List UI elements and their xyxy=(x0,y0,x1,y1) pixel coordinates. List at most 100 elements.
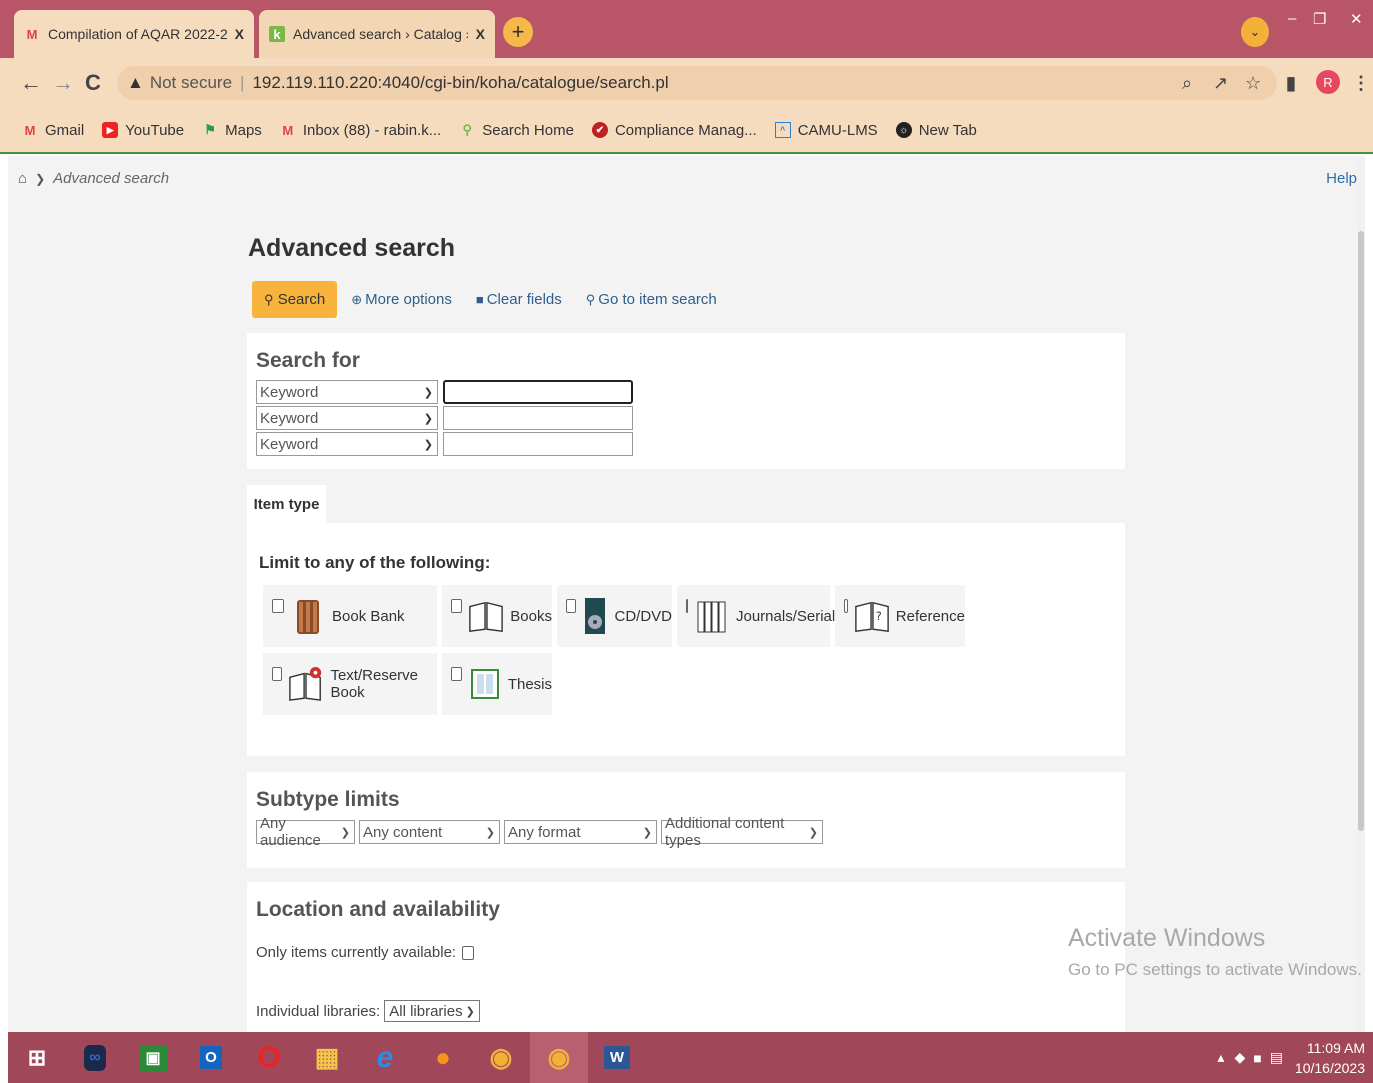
item-type-reference[interactable]: ? Reference xyxy=(835,585,965,647)
additional-content-select[interactable]: Additional content types ❯ xyxy=(661,815,823,849)
tab-aqar[interactable]: M Compilation of AQAR 2022-23 - X xyxy=(14,10,254,58)
zoom-icon[interactable]: ⌕ xyxy=(1182,73,1192,94)
bookmark-search-home[interactable]: ⚲ Search Home xyxy=(459,122,573,139)
gmail-icon: M xyxy=(24,122,36,138)
tray-expand-icon[interactable]: ▴ xyxy=(1217,1049,1224,1066)
bookmarks-bar: M Gmail ▶ YouTube ⚑ Maps M Inbox (88) - … xyxy=(0,108,1373,154)
close-tab-icon[interactable]: X xyxy=(235,26,244,42)
outlook-icon[interactable]: O xyxy=(182,1032,240,1083)
tab-item-type[interactable]: Item type xyxy=(247,485,326,523)
network-icon[interactable]: ▤ xyxy=(1270,1049,1283,1066)
trash-icon: ■ xyxy=(475,292,484,307)
scrollbar-thumb[interactable] xyxy=(1358,231,1364,831)
available-checkbox[interactable] xyxy=(462,945,475,960)
tab-advanced-search[interactable]: k Advanced search › Catalog › Koha X xyxy=(259,10,495,58)
bookmark-youtube[interactable]: ▶ YouTube xyxy=(102,122,184,139)
tab-title: Compilation of AQAR 2022-23 - xyxy=(48,26,227,42)
chevron-down-icon: ❯ xyxy=(642,826,652,839)
tab-search-icon[interactable]: ⌄ xyxy=(1241,17,1269,47)
libraries-select[interactable]: All libraries ❯ xyxy=(384,1000,480,1022)
address-bar[interactable]: ▲ Not secure | 192.119.110.220:4040/cgi-… xyxy=(117,66,1277,100)
subtype-title: Subtype limits xyxy=(256,788,400,811)
bookmark-inbox[interactable]: M Inbox (88) - rabin.k... xyxy=(280,122,441,139)
new-tab-button[interactable]: + xyxy=(503,17,533,47)
item-type-cd-dvd[interactable]: CD/DVD xyxy=(557,585,672,647)
location-panel: Location and availability Only items cur… xyxy=(247,882,1125,1032)
browser-tab-bar: M Compilation of AQAR 2022-23 - X k Adva… xyxy=(0,0,1373,60)
search-row: Keyword ❯ xyxy=(256,406,633,430)
item-search-link[interactable]: ⚲ Go to item search xyxy=(586,291,717,308)
page-scrollbar[interactable] xyxy=(1357,156,1365,1032)
search-term-input[interactable] xyxy=(443,380,633,404)
restore-icon[interactable]: ❐ xyxy=(1313,10,1326,28)
bookmark-compliance[interactable]: ✔ Compliance Manag... xyxy=(591,122,757,139)
sidepanel-icon[interactable]: ▮ xyxy=(1286,73,1296,94)
camu-icon: ^ xyxy=(774,122,791,138)
internet-explorer-icon[interactable]: e xyxy=(356,1032,414,1083)
audience-select[interactable]: Any audience ❯ xyxy=(256,815,355,849)
checkbox[interactable] xyxy=(451,667,463,681)
browser-toolbar: ← → C ▲ Not secure | 192.119.110.220:404… xyxy=(0,58,1373,108)
breadcrumb-current: Advanced search xyxy=(53,170,170,187)
search-term-input[interactable] xyxy=(443,406,633,430)
chrome-icon[interactable]: ◉ xyxy=(472,1032,530,1083)
bookmark-label: Gmail xyxy=(45,121,85,139)
item-type-books[interactable]: Books xyxy=(442,585,552,647)
tray-app-icon[interactable]: ◆ xyxy=(1234,1049,1245,1066)
more-options-link[interactable]: ⊕ More options xyxy=(351,291,452,308)
checkbox[interactable] xyxy=(844,599,848,613)
clock-date: 10/16/2023 xyxy=(1294,1059,1365,1076)
bookmark-maps[interactable]: ⚑ Maps xyxy=(202,122,262,139)
home-icon[interactable]: ⌂ xyxy=(18,170,27,187)
checkbox[interactable] xyxy=(451,599,463,613)
item-type-thesis[interactable]: Thesis xyxy=(442,653,552,715)
store-icon[interactable]: ▣ xyxy=(124,1032,182,1083)
tray-pdf-icon[interactable]: ■ xyxy=(1253,1050,1261,1066)
search-term-input[interactable] xyxy=(443,432,633,456)
item-type-text-reserve[interactable]: Text/Reserve Book xyxy=(263,653,437,715)
checkbox[interactable] xyxy=(686,599,688,613)
checkbox[interactable] xyxy=(566,599,576,613)
chevron-down-icon: ❯ xyxy=(485,826,495,839)
system-tray: ▴ ◆ ■ ▤ 11:09 AM 10/16/2023 xyxy=(1217,1032,1365,1083)
minimize-icon[interactable]: – xyxy=(1288,10,1296,27)
format-select[interactable]: Any format ❯ xyxy=(504,820,657,844)
clear-fields-label: Clear fields xyxy=(486,291,562,308)
search-index-select[interactable]: Keyword ❯ xyxy=(256,406,438,430)
help-link[interactable]: Help xyxy=(1326,170,1357,187)
file-explorer-icon[interactable]: ▦ xyxy=(298,1032,356,1083)
search-index-select[interactable]: Keyword ❯ xyxy=(256,380,438,404)
search-for-title: Search for xyxy=(256,349,360,372)
menu-icon[interactable]: ⋮ xyxy=(1352,73,1370,94)
checkbox[interactable] xyxy=(272,599,284,613)
chrome-profile-icon[interactable]: ◉ xyxy=(530,1032,588,1083)
content-select[interactable]: Any content ❯ xyxy=(359,820,500,844)
item-type-journals[interactable]: Journals/Serial xyxy=(677,585,835,647)
back-icon[interactable]: ← xyxy=(20,70,42,96)
checkbox[interactable] xyxy=(272,667,283,681)
opera-icon[interactable]: O xyxy=(240,1032,298,1083)
profile-avatar[interactable]: R xyxy=(1316,70,1340,94)
bookmark-camu[interactable]: ^ CAMU-LMS xyxy=(774,122,878,139)
item-type-label: Journals/Serial xyxy=(736,607,836,625)
more-options-label: More options xyxy=(365,291,452,308)
firefox-icon[interactable]: ● xyxy=(414,1032,472,1083)
share-icon[interactable]: ↗ xyxy=(1213,73,1228,94)
item-type-book-bank[interactable]: Book Bank xyxy=(263,585,437,647)
search-button[interactable]: ⚲ Search xyxy=(252,281,338,318)
bookmark-new-tab[interactable]: ☼ New Tab xyxy=(895,122,977,139)
bookmark-gmail[interactable]: M Gmail xyxy=(22,121,85,139)
clear-fields-link[interactable]: ■ Clear fields xyxy=(476,291,562,308)
books-icon xyxy=(468,596,504,636)
word-icon[interactable]: W xyxy=(588,1032,646,1083)
forward-icon[interactable]: → xyxy=(52,70,74,96)
search-index-select[interactable]: Keyword ❯ xyxy=(256,432,438,456)
windows-start-icon[interactable]: ⊞ xyxy=(8,1032,66,1083)
globe-icon: ☼ xyxy=(895,122,912,138)
clock[interactable]: 11:09 AM 10/16/2023 xyxy=(1295,1038,1365,1078)
webex-icon[interactable]: ∞ xyxy=(66,1032,124,1083)
close-tab-icon[interactable]: X xyxy=(476,26,485,42)
star-icon[interactable]: ☆ xyxy=(1245,73,1261,94)
close-window-icon[interactable]: ✕ xyxy=(1350,10,1363,28)
reload-icon[interactable]: C xyxy=(85,70,101,96)
